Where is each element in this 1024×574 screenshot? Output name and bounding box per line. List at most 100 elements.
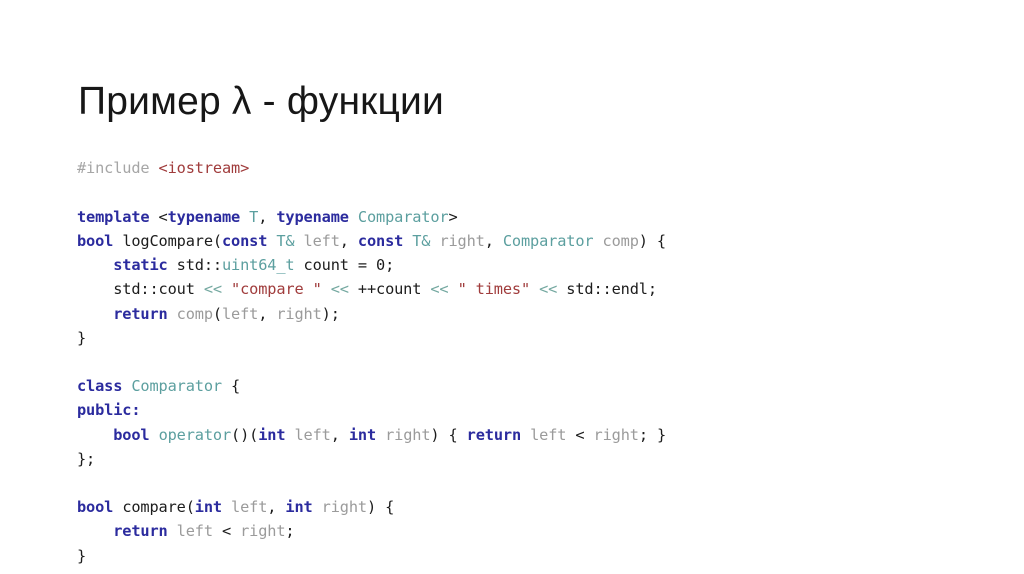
- code-token-plain: ) {: [430, 425, 467, 444]
- code-token-plain: <: [158, 207, 168, 226]
- code-token-type: Comparator: [131, 377, 222, 396]
- code-token-preprocessor: #include: [77, 159, 159, 178]
- code-token-keyword: typename: [276, 207, 358, 226]
- code-line: std::cout << "compare " << ++count << " …: [77, 277, 977, 301]
- code-token-plain: {: [221, 377, 241, 396]
- code-token-plain: ,: [330, 425, 349, 444]
- code-token-string: " times": [457, 280, 531, 299]
- code-token-type: T&: [276, 231, 295, 250]
- code-token-operator: <<: [330, 280, 349, 299]
- code-token-keyword: int: [285, 498, 313, 517]
- code-token-keyword: int: [258, 425, 286, 444]
- code-token-identifier: left: [530, 425, 567, 444]
- slide: Пример λ - функции #include <iostream> t…: [0, 0, 1024, 574]
- code-token-plain: ) {: [366, 498, 395, 517]
- code-token-plain: logCompare(: [122, 231, 222, 250]
- code-token-plain: ,: [267, 498, 286, 517]
- code-line: class Comparator {: [77, 374, 977, 398]
- code-token-keyword: return: [113, 304, 177, 323]
- code-token-plain: <: [212, 522, 241, 541]
- code-line: }: [77, 326, 977, 350]
- code-token-string: <iostream>: [158, 159, 250, 178]
- code-token-plain: ; }: [638, 425, 667, 444]
- code-token-plain: ,: [339, 231, 358, 250]
- code-token-type: Comparator: [502, 231, 594, 250]
- code-token-keyword: const: [221, 231, 277, 250]
- code-token-plain: ()(: [231, 425, 259, 444]
- code-token-keyword: typename: [167, 207, 250, 226]
- code-token-keyword: return: [113, 522, 177, 541]
- code-token-keyword: int: [348, 425, 377, 444]
- code-token-type: operator: [158, 425, 232, 444]
- code-line: bool compare(int left, int right) {: [77, 495, 977, 519]
- code-token-identifier: comp: [602, 231, 639, 250]
- code-token-identifier: right: [321, 498, 367, 517]
- code-token-identifier: right: [439, 231, 485, 250]
- code-token-identifier: comp: [176, 304, 213, 323]
- code-line: static std::uint64_t count = 0;: [77, 253, 977, 277]
- code-token-plain: }: [77, 546, 87, 565]
- code-token-type: T: [249, 207, 259, 226]
- code-token-keyword: class: [77, 377, 132, 396]
- code-token-identifier: right: [593, 425, 639, 444]
- code-token-type: Comparator: [357, 207, 449, 226]
- code-token-keyword: const: [357, 231, 413, 250]
- code-token-plain: ,: [484, 231, 503, 250]
- code-token-identifier: left: [294, 425, 331, 444]
- code-token-keyword: int: [194, 498, 222, 517]
- code-line: bool logCompare(const T& left, const T& …: [77, 229, 977, 253]
- code-line: }: [77, 544, 977, 568]
- code-token-plain: std::cout: [77, 280, 204, 299]
- code-token-plain: );: [321, 304, 340, 323]
- code-token-operator: <<: [430, 280, 449, 299]
- code-token-plain: ,: [258, 304, 277, 323]
- code-token-identifier: left: [221, 304, 259, 323]
- code-line: template <typename T, typename Comparato…: [77, 205, 977, 229]
- code-token-string: "compare ": [231, 280, 322, 299]
- code-token-keyword: bool: [77, 498, 123, 517]
- code-token-keyword: static: [113, 256, 177, 275]
- code-token-plain: ;: [385, 256, 395, 275]
- code-line: return left < right;: [77, 519, 977, 543]
- code-line: };: [77, 447, 977, 471]
- code-token-plain: (: [212, 304, 222, 323]
- code-token-operator: <<: [203, 280, 222, 299]
- code-token-keyword: bool: [113, 425, 159, 444]
- code-token-plain: std::endl;: [557, 280, 657, 299]
- code-line: return comp(left, right);: [77, 302, 977, 326]
- page-title: Пример λ - функции: [78, 80, 444, 124]
- code-token-identifier: left: [231, 498, 268, 517]
- code-block: #include <iostream> template <typename T…: [77, 156, 977, 567]
- code-token-plain: compare(: [122, 498, 195, 517]
- code-token-plain: }: [77, 328, 87, 347]
- code-token-identifier: left: [176, 522, 213, 541]
- code-token-identifier: left: [303, 231, 340, 250]
- code-token-plain: ++count: [348, 280, 431, 299]
- code-token-plain: ) {: [638, 231, 666, 250]
- code-token-keyword: return: [466, 425, 531, 444]
- code-token-plain: >: [448, 207, 458, 226]
- code-token-keyword: template: [77, 207, 159, 226]
- code-token-identifier: right: [240, 522, 286, 541]
- code-token-plain: ;: [285, 522, 295, 541]
- code-line: public:: [77, 398, 977, 422]
- code-token-plain: };: [77, 449, 96, 468]
- code-token-operator: <<: [539, 280, 558, 299]
- code-line: bool operator()(int left, int right) { r…: [77, 423, 977, 447]
- code-token-plain: <: [566, 425, 594, 444]
- code-token-identifier: right: [385, 425, 431, 444]
